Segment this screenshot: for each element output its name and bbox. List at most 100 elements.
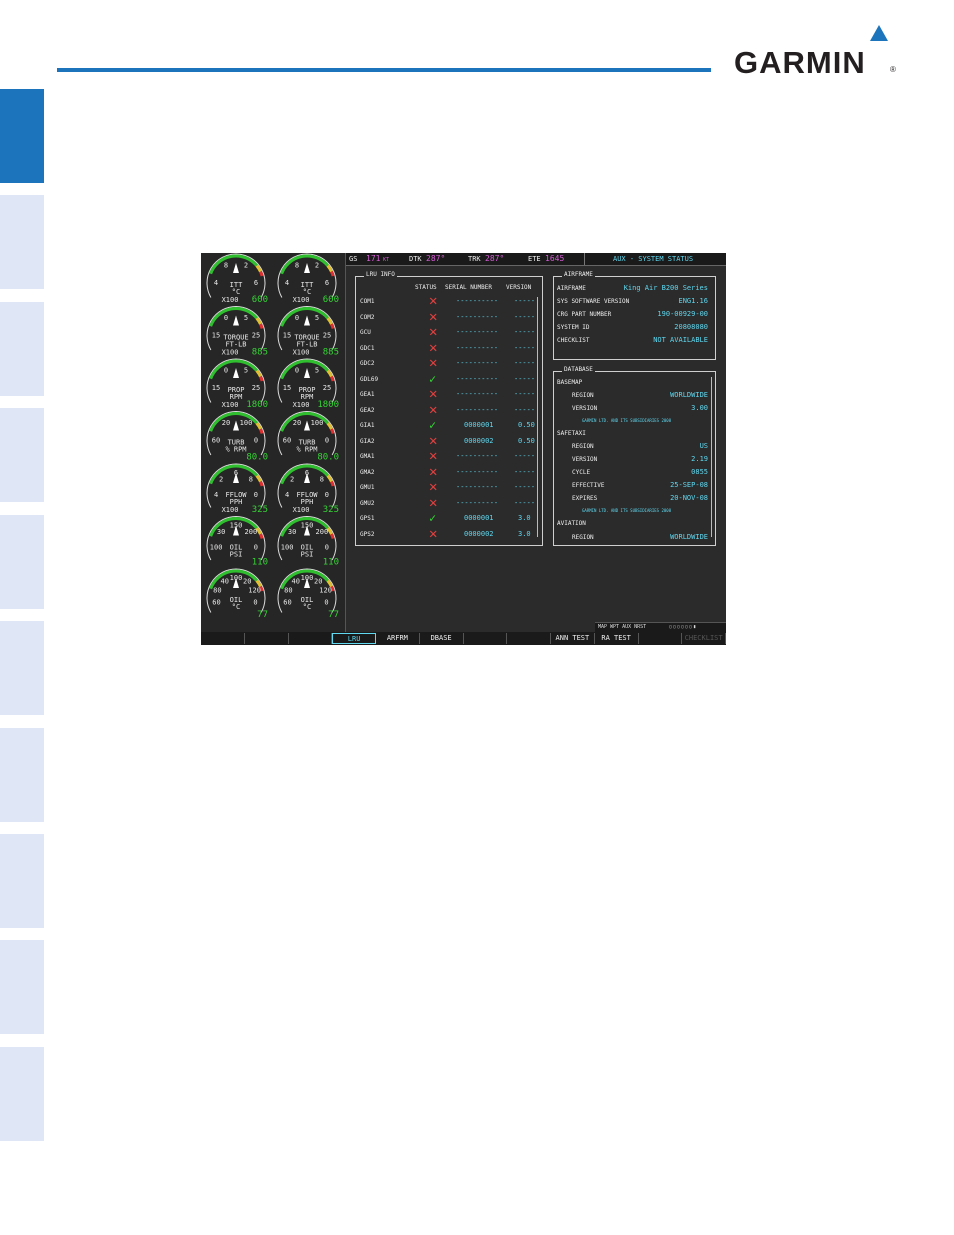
gauge-red-band — [330, 323, 335, 329]
gauge-value: 600 — [323, 295, 339, 305]
gauge-pointer-icon — [233, 368, 239, 378]
lru-version: ----- — [514, 359, 536, 367]
lru-serial: ---------- — [456, 374, 499, 383]
garmin-logo: GARMIN ® — [734, 25, 900, 80]
gauge-tick-label: 0 — [254, 491, 258, 499]
gauge-unit: °C — [232, 603, 240, 611]
lru-serial: 0000002 — [464, 529, 494, 538]
gauge-red-band — [330, 533, 335, 539]
section-tab[interactable] — [0, 408, 44, 502]
registered-mark: ® — [890, 65, 896, 74]
section-tab[interactable] — [0, 195, 44, 289]
section-tab[interactable] — [0, 1047, 44, 1141]
gauge-tick-label: 0 — [324, 598, 328, 606]
lru-name: GCU — [360, 329, 371, 336]
fail-x-icon: ✕ — [429, 401, 438, 418]
lru-serial: 0000001 — [464, 421, 494, 429]
gauge-value: 1800 — [246, 400, 268, 410]
softkey[interactable] — [201, 633, 245, 644]
airframe-label: CRG PART NUMBER — [557, 311, 612, 318]
gs-unit: KT — [383, 257, 390, 263]
gauge-tick-label: 25 — [323, 332, 331, 340]
gauge-pointer-icon — [233, 420, 239, 431]
lru-serial: ---------- — [456, 343, 499, 352]
title-separator — [584, 253, 585, 265]
airframe-value: King Air B200 Series — [623, 284, 708, 292]
gauge-tick-label: 2 — [315, 262, 319, 270]
softkey[interactable]: DBASE — [420, 633, 464, 644]
section-tab[interactable] — [0, 940, 44, 1034]
gauge-unit: PSI — [301, 551, 314, 559]
gauge-tick-label: 4 — [214, 279, 218, 287]
section-tab[interactable] — [0, 302, 44, 396]
softkey[interactable] — [289, 633, 333, 644]
gauge-scale: X100 — [222, 296, 239, 304]
gauge-value: 110 — [323, 558, 339, 568]
softkey[interactable]: ANN TEST — [551, 633, 595, 644]
gauge-tick-label: 8 — [249, 476, 253, 484]
lru-name: GMU1 — [360, 484, 375, 491]
softkey[interactable] — [464, 633, 508, 644]
softkey[interactable]: CHECKLIST — [682, 633, 726, 644]
safetaxi-version: 2.19 — [691, 455, 708, 463]
gauge-tick-label: 5 — [315, 314, 319, 322]
gauge-tick-label: 6 — [305, 469, 309, 477]
airframe-label: AIRFRAME — [557, 285, 586, 292]
trk-label: TRK — [468, 255, 481, 263]
gauge-red-band — [330, 480, 335, 487]
safetaxi-cycle: 0855 — [691, 468, 708, 476]
section-tab[interactable] — [0, 728, 44, 822]
section-tab[interactable] — [0, 515, 44, 609]
dtk-label: DTK — [409, 255, 422, 263]
lru-name: COM2 — [360, 313, 375, 321]
safetaxi-label: SAFETAXI — [557, 430, 586, 437]
gauge-tick-label: 20 — [222, 419, 230, 427]
section-tab-active[interactable] — [0, 89, 44, 183]
gauge-tick-label: 25 — [323, 384, 331, 392]
gauge-tick-label: 100 — [301, 574, 314, 582]
softkey[interactable]: LRU — [332, 633, 376, 644]
gauge-tick-label: 200 — [316, 528, 329, 536]
gauge-tick-label: 80 — [284, 587, 292, 595]
database-scrollbar[interactable] — [711, 377, 712, 537]
lru-name: GIA2 — [360, 437, 375, 445]
lru-version: ----- — [514, 390, 536, 398]
softkey[interactable] — [245, 633, 289, 644]
lru-name: GMU2 — [360, 499, 375, 507]
softkey[interactable] — [507, 633, 551, 644]
fail-x-icon: ✕ — [429, 293, 438, 309]
gauge-scale: X100 — [222, 506, 239, 514]
softkey[interactable]: RA TEST — [595, 633, 639, 644]
airframe-value: ENG1.16 — [678, 297, 708, 305]
gauge-red-band — [330, 428, 335, 434]
gauge-tick-label: 2 — [290, 476, 294, 484]
aviation-label: AVIATION — [557, 520, 586, 527]
lru-version: ----- — [514, 328, 536, 336]
fail-x-icon: ✕ — [429, 525, 438, 542]
lru-scrollbar[interactable] — [537, 297, 538, 537]
gauge-red-band — [330, 375, 335, 382]
gauge-tick-label: 20 — [314, 577, 322, 585]
lru-name: GMA1 — [360, 453, 375, 460]
lru-name: GEA1 — [360, 391, 375, 398]
check-icon: ✓ — [429, 511, 437, 525]
fail-x-icon: ✕ — [429, 432, 438, 449]
basemap-region: WORLDWIDE — [670, 391, 708, 399]
airframe-label: CHECKLIST — [557, 337, 590, 344]
gauge-unit: % RPM — [225, 446, 246, 454]
check-icon: ✓ — [429, 418, 437, 432]
gauge-unit: RPM — [301, 393, 314, 401]
gauge-red-band — [259, 270, 264, 277]
page-dots-icon: ▯▯▯▯▯▯▮ — [669, 624, 698, 630]
lru-serial: 0000001 — [464, 514, 494, 522]
gauge-tick-label: 25 — [252, 384, 260, 392]
gauge-tick-label: 30 — [217, 528, 225, 536]
softkey[interactable]: ARFRM — [376, 633, 420, 644]
safetaxi-cycle-label: CYCLE — [572, 469, 591, 476]
softkey[interactable] — [639, 633, 683, 644]
basemap-region-label: REGION — [572, 392, 594, 399]
gauge-unit: °C — [303, 288, 311, 296]
section-tab[interactable] — [0, 621, 44, 715]
mfd-screen: 4 8 2 6 ITT °C X100 600 4 8 2 6 ITT °C X100 600 15 0 5 25 TO… — [201, 253, 726, 645]
section-tab[interactable] — [0, 834, 44, 928]
